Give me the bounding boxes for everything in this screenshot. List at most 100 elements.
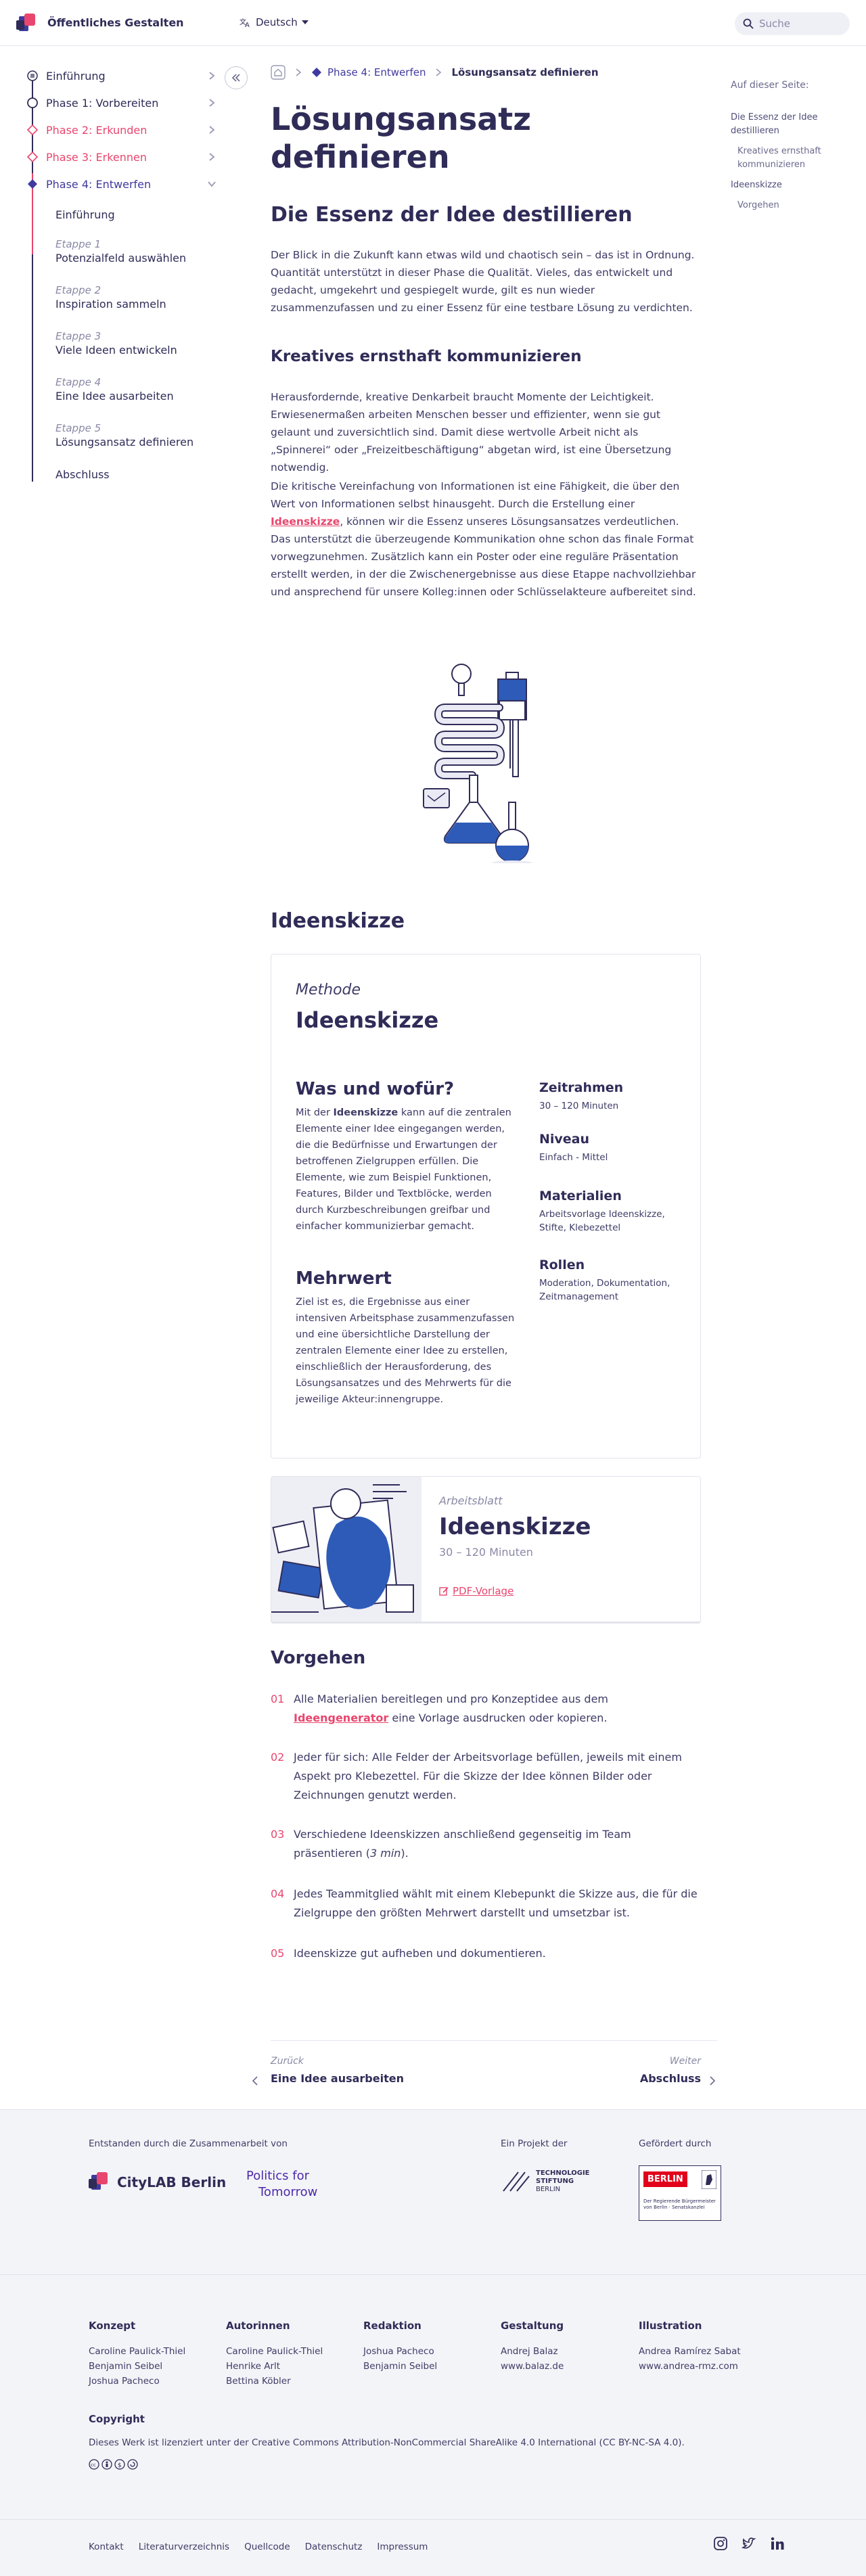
ideenskizze-link[interactable]: Ideenskizze xyxy=(271,515,340,528)
breadcrumb-current: Lösungsansatz definieren xyxy=(451,66,599,78)
diamond-filled-node-icon xyxy=(27,179,38,189)
translate-icon: 文A xyxy=(240,17,252,28)
citylab-logo-icon xyxy=(89,2172,110,2192)
berlin-wordmark: BERLIN xyxy=(643,2171,687,2187)
twitter-icon[interactable] xyxy=(742,2536,756,2551)
footer-link-literatur[interactable]: Literaturverzeichnis xyxy=(139,2542,229,2552)
toc-item[interactable]: Vorgehen xyxy=(731,199,852,212)
edit-icon xyxy=(439,1586,449,1596)
sidebar-item-einfuehrung[interactable]: Einführung xyxy=(20,65,216,87)
step-number: 03 xyxy=(271,1828,285,1841)
step-text: Jedes Teammitglied wählt mit einem Klebe… xyxy=(294,1887,698,1919)
next-label: Weiter xyxy=(669,2056,701,2067)
sidebar-sub-etappe-1[interactable]: Etappe 1 Potenzialfeld auswählen xyxy=(55,238,186,264)
brand-name[interactable]: Öffentliches Gestalten xyxy=(47,16,184,29)
citylab-name: CityLAB Berlin xyxy=(117,2174,227,2190)
next-title[interactable]: Abschluss xyxy=(640,2072,701,2085)
search-box[interactable] xyxy=(735,12,850,35)
page-pagination: Zurück Eine Idee ausarbeiten Weiter Absc… xyxy=(252,2040,717,2086)
step-text: Jeder für sich: Alle Felder der Arbeitsv… xyxy=(294,1751,682,1801)
sub-label: Eine Idee ausarbeiten xyxy=(55,390,174,402)
sub-eyebrow: Etappe 3 xyxy=(55,330,101,342)
svg-text:A: A xyxy=(245,22,250,28)
breadcrumb-phase-link[interactable]: Phase 4: Entwerfen xyxy=(311,66,426,78)
brand-logo-icon[interactable] xyxy=(16,14,38,34)
toc-item[interactable]: Die Essenz der Idee destillieren xyxy=(731,111,852,138)
meta-label-rollen: Rollen xyxy=(539,1258,585,1272)
ideengenerator-link[interactable]: Ideengenerator xyxy=(294,1711,388,1724)
toc-item[interactable]: Kreatives ernsthaft kommunizieren xyxy=(731,145,852,172)
footer-link-quellcode[interactable]: Quellcode xyxy=(244,2542,290,2552)
home-icon[interactable] xyxy=(271,65,286,80)
politics-for-tomorrow-logo[interactable]: Politics for Tomorrow xyxy=(246,2168,317,2201)
paragraph-text: Die kritische Vereinfachung von Informat… xyxy=(271,480,680,510)
sidebar-item-label: Phase 4: Entwerfen xyxy=(46,177,152,191)
berlin-bear-icon xyxy=(702,2170,716,2189)
search-input[interactable] xyxy=(759,18,840,30)
language-selector[interactable]: 文A Deutsch xyxy=(240,16,309,28)
worksheet-title: Ideenskizze xyxy=(439,1513,591,1540)
sidebar-sub-etappe-2[interactable]: Etappe 2 Inspiration sammeln xyxy=(55,284,166,310)
step-text: Ideenskizze gut aufheben und dokumentier… xyxy=(294,1947,546,1960)
method-eyebrow: Methode xyxy=(296,982,361,998)
instagram-icon[interactable] xyxy=(713,2536,728,2551)
pdf-download-link[interactable]: PDF-Vorlage xyxy=(439,1585,514,1597)
footer-bottom: Kontakt Literaturverzeichnis Quellcode D… xyxy=(0,2519,866,2576)
chevron-down-icon xyxy=(301,20,309,24)
footer-link-impressum[interactable]: Impressum xyxy=(377,2542,428,2552)
footer-link-kontakt[interactable]: Kontakt xyxy=(89,2542,124,2552)
linkedin-icon[interactable] xyxy=(770,2536,785,2551)
meta-label-zeitrahmen: Zeitrahmen xyxy=(539,1080,624,1095)
chevron-right-icon xyxy=(435,68,442,76)
chevron-right-icon xyxy=(207,152,216,162)
credit-column: Gestaltung Andrej Balaz www.balaz.de xyxy=(501,2318,564,2374)
logo-line: STIFTUNG xyxy=(536,2178,574,2185)
intro-node-icon xyxy=(27,70,38,81)
technologiestiftung-logo[interactable]: TECHNOLOGIE STIFTUNG BERLIN xyxy=(501,2169,590,2194)
credit-link[interactable]: www.andrea-rmz.com xyxy=(639,2359,741,2374)
lab-apparatus-illustration xyxy=(418,660,540,863)
sidebar-sub-etappe-5[interactable]: Etappe 5 Lösungsansatz definieren xyxy=(55,422,193,448)
chevron-left-icon xyxy=(252,2076,258,2086)
sub-eyebrow: Etappe 5 xyxy=(55,422,101,434)
page-title: Lösungsansatz definieren xyxy=(271,101,532,175)
citylab-logo[interactable]: CityLAB Berlin xyxy=(89,2172,226,2192)
worksheet-card[interactable]: Arbeitsblatt Ideenskizze 30 – 120 Minute… xyxy=(271,1476,701,1624)
diamond-icon xyxy=(311,67,322,78)
table-of-contents: Auf dieser Seite: Die Essenz der Idee de… xyxy=(731,78,852,219)
collapse-sidebar-button[interactable] xyxy=(225,66,248,89)
toc-item[interactable]: Ideenskizze xyxy=(731,179,852,192)
procedure-step: 04 Jedes Teammitglied wählt mit einem Kl… xyxy=(271,1885,701,1923)
footer-links: Kontakt Literaturverzeichnis Quellcode D… xyxy=(89,2542,428,2552)
chevron-right-icon[interactable] xyxy=(709,2076,716,2086)
text: Alle Materialien bereitlegen und pro Kon… xyxy=(294,1693,608,1705)
section-heading-vorgehen: Vorgehen xyxy=(271,1648,366,1668)
cc-license-icons: cc $ xyxy=(89,2459,138,2470)
method-card: Methode Ideenskizze Was und wofür? Mit d… xyxy=(271,954,701,1458)
nc-icon: $ xyxy=(114,2459,125,2470)
logo-line: Politics for xyxy=(246,2169,310,2183)
sub-label: Abschluss xyxy=(55,468,110,481)
sidebar-item-phase-1[interactable]: Phase 1: Vorbereiten xyxy=(20,92,216,114)
sub-label: Inspiration sammeln xyxy=(55,298,166,310)
credit-link[interactable]: www.balaz.de xyxy=(501,2359,564,2374)
sidebar-sub-etappe-4[interactable]: Etappe 4 Eine Idee ausarbeiten xyxy=(55,376,174,402)
sidebar-sub-einfuehrung[interactable]: Einführung xyxy=(55,208,115,221)
step-number: 02 xyxy=(271,1751,285,1764)
previous-title[interactable]: Eine Idee ausarbeiten xyxy=(271,2072,404,2085)
procedure-step: 01 Alle Materialien bereitlegen und pro … xyxy=(271,1690,701,1728)
footer-link-datenschutz[interactable]: Datenschutz xyxy=(305,2542,363,2552)
sidebar-sub-abschluss[interactable]: Abschluss xyxy=(55,468,110,481)
svg-text:$: $ xyxy=(118,2462,122,2469)
sidebar-item-phase-4[interactable]: Phase 4: Entwerfen xyxy=(20,173,216,195)
sub-label: Lösungsansatz definieren xyxy=(55,436,194,448)
berlin-senate-logo[interactable]: BERLIN Der Regierende Bürgermeister von … xyxy=(639,2165,721,2221)
sidebar-item-phase-2[interactable]: Phase 2: Erkunden xyxy=(20,119,216,141)
sidebar-item-phase-3[interactable]: Phase 3: Erkennen xyxy=(20,146,216,168)
worksheet-illustration xyxy=(271,1477,421,1622)
meta-label-materialien: Materialien xyxy=(539,1189,622,1203)
circle-node-icon xyxy=(27,97,38,108)
step-text: Verschiedene Ideenskizzen anschließend g… xyxy=(294,1825,700,1863)
paragraph-text: , können wir die Essenz unseres Lösungsa… xyxy=(271,515,696,598)
sidebar-sub-etappe-3[interactable]: Etappe 3 Viele Ideen entwickeln xyxy=(55,330,177,356)
